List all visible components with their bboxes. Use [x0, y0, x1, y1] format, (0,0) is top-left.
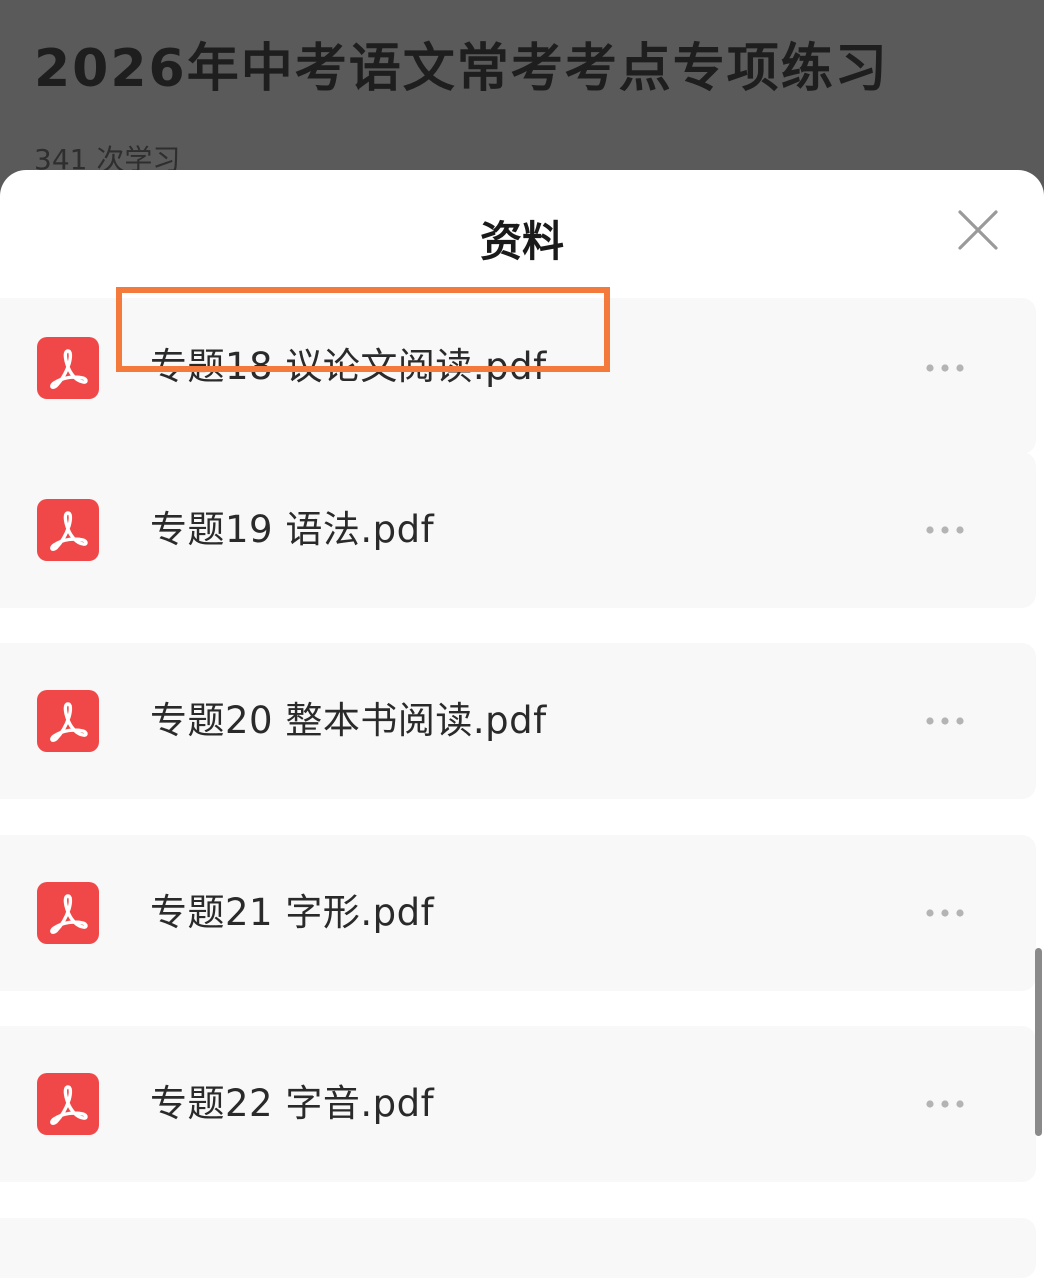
pdf-icon [37, 499, 99, 561]
pdf-icon [37, 1073, 99, 1135]
sheet-header: 资料 [0, 170, 1044, 298]
more-icon [926, 364, 964, 372]
file-name: 专题18 议论文阅读.pdf [150, 345, 547, 388]
more-button[interactable] [916, 510, 974, 550]
file-name: 专题21 字形.pdf [150, 891, 435, 934]
pdf-icon [37, 882, 99, 944]
pdf-icon [37, 690, 99, 752]
more-icon [926, 717, 964, 725]
file-item[interactable]: 专题19 语法.pdf [0, 452, 1036, 608]
file-item-partial[interactable] [0, 1218, 1036, 1278]
pdf-icon [37, 337, 99, 399]
file-name: 专题19 语法.pdf [150, 508, 435, 551]
sheet-title: 资料 [479, 217, 564, 266]
materials-sheet: 资料 专题18 议论文阅读.pdf 专题19 语法.pdf 专题20 整本书阅读… [0, 170, 1044, 1280]
file-item[interactable]: 专题21 字形.pdf [0, 835, 1036, 991]
file-name: 专题20 整本书阅读.pdf [150, 699, 547, 742]
more-button[interactable] [916, 1084, 974, 1124]
course-title: 2026年中考语文常考考点专项练习 [34, 39, 889, 99]
file-item[interactable]: 专题18 议论文阅读.pdf [0, 287, 1036, 454]
scrollbar[interactable] [1035, 948, 1042, 1136]
file-item[interactable]: 专题20 整本书阅读.pdf [0, 643, 1036, 799]
more-icon [926, 526, 964, 534]
close-button[interactable] [952, 204, 1004, 256]
more-icon [926, 909, 964, 917]
more-button[interactable] [916, 893, 974, 933]
close-icon [958, 210, 998, 250]
file-item[interactable]: 专题22 字音.pdf [0, 1026, 1036, 1182]
file-name: 专题22 字音.pdf [150, 1082, 435, 1125]
more-button[interactable] [916, 348, 974, 388]
more-button[interactable] [916, 701, 974, 741]
more-icon [926, 1100, 964, 1108]
